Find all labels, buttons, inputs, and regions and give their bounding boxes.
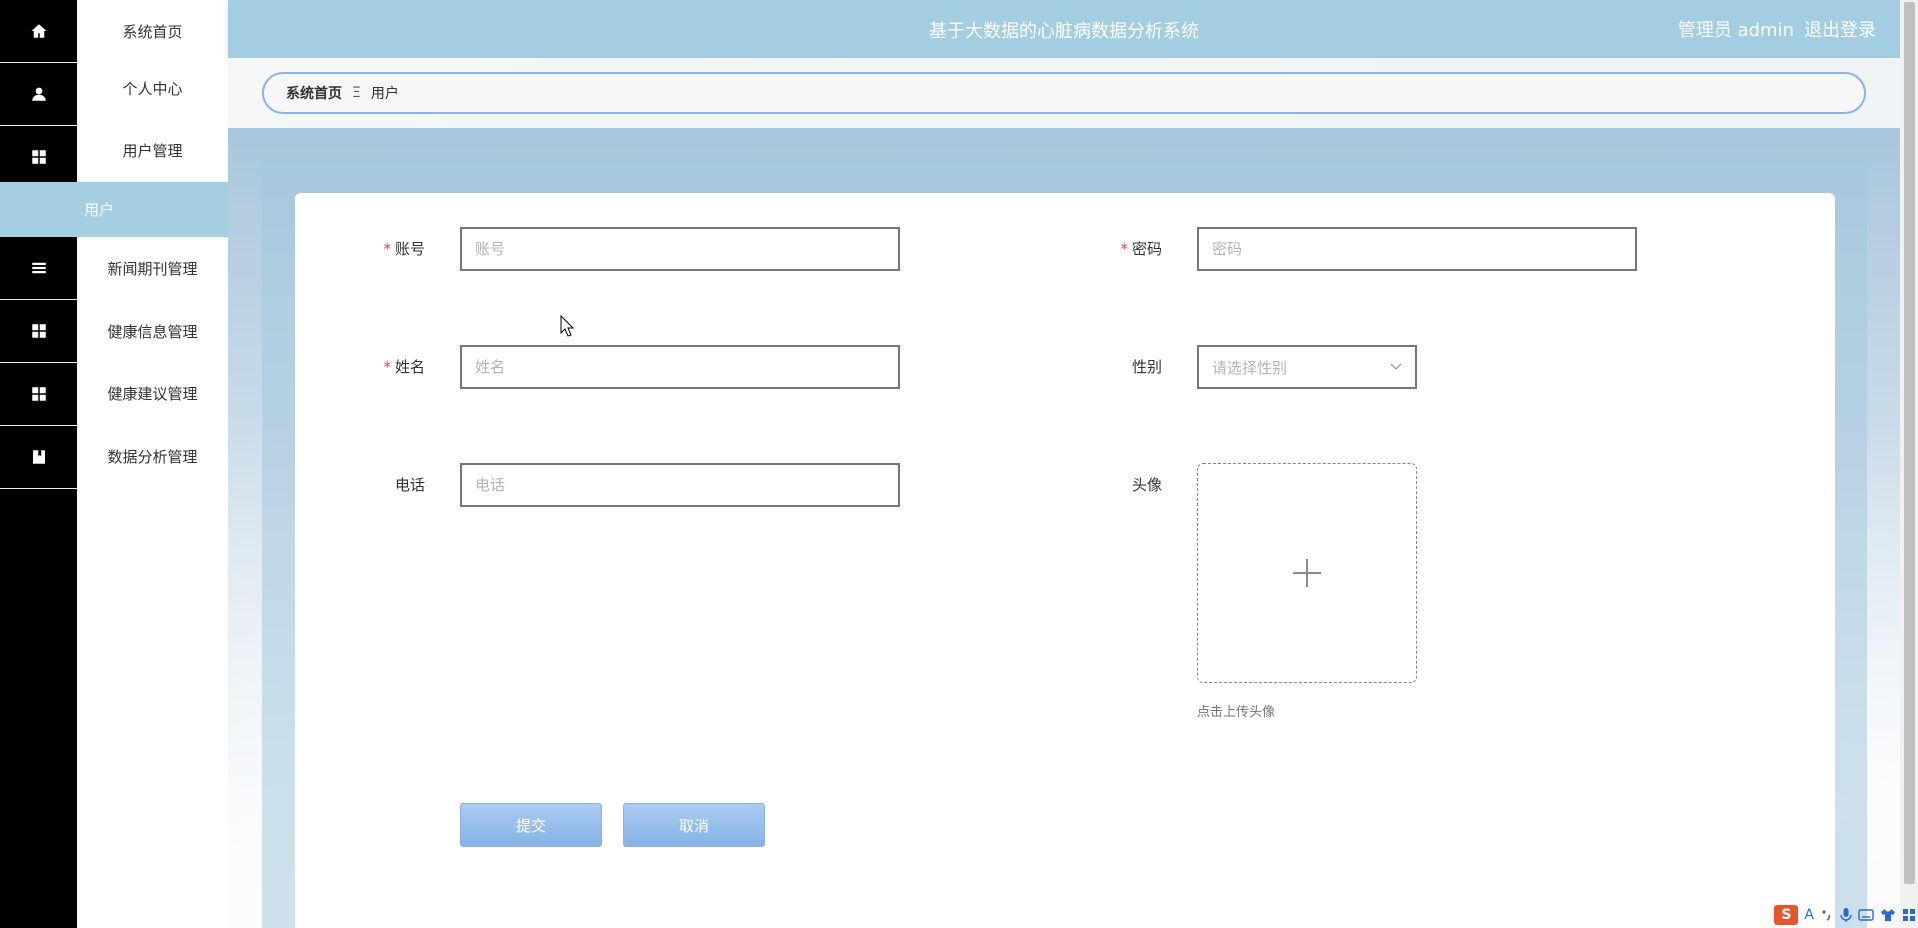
sidebar-icon-profile[interactable] bbox=[0, 63, 77, 126]
sidebar-item-news[interactable]: 新闻期刊管理 bbox=[77, 237, 228, 299]
plus-icon bbox=[1293, 559, 1321, 587]
avatar-label: 头像 bbox=[1131, 476, 1162, 494]
phone-field[interactable] bbox=[460, 463, 900, 507]
scrollbar-thumb[interactable] bbox=[1904, 2, 1915, 884]
ime-logo-icon[interactable]: S bbox=[1774, 905, 1799, 925]
sidebar-item-home[interactable]: 系统首页 bbox=[77, 0, 228, 62]
home-icon bbox=[31, 24, 46, 38]
submit-button[interactable]: 提交 bbox=[460, 803, 602, 847]
punctuation-icon[interactable] bbox=[1820, 908, 1834, 922]
sidebar-icon-health-advice[interactable] bbox=[0, 363, 77, 426]
sidebar-menu: 系统首页 个人中心 用户管理 新闻期刊管理 健康信息管理 健康建议管理 数据分析… bbox=[77, 0, 228, 928]
name-input[interactable] bbox=[475, 347, 898, 387]
password-label: * 密码 bbox=[1120, 240, 1162, 258]
phone-label: 电话 bbox=[394, 476, 425, 494]
sidebar-subitem-label: 用户 bbox=[83, 201, 114, 219]
account-field[interactable] bbox=[460, 227, 900, 271]
grid-icon bbox=[31, 387, 46, 401]
breadcrumb-separator: Ξ bbox=[352, 85, 361, 101]
sidebar-icon-home[interactable] bbox=[0, 0, 77, 63]
header-user-area: 管理员 admin 退出登录 bbox=[1678, 16, 1876, 42]
gender-label: 性别 bbox=[1131, 358, 1162, 376]
breadcrumb-current: 用户 bbox=[370, 86, 399, 102]
main-area: 系统首页 Ξ 用户 *账号 *密码 *姓名 性别 请选择性别 bbox=[228, 58, 1900, 928]
grid-icon bbox=[31, 324, 46, 338]
password-field[interactable] bbox=[1197, 227, 1637, 271]
sidebar-item-health-advice[interactable]: 健康建议管理 bbox=[77, 362, 228, 424]
avatar-uploader[interactable] bbox=[1197, 463, 1417, 683]
mouse-cursor-icon bbox=[560, 315, 574, 337]
grid-icon bbox=[31, 150, 46, 164]
gender-select[interactable]: 请选择性别 bbox=[1197, 345, 1417, 389]
ime-toolbar: S A bbox=[1774, 904, 1916, 926]
sidebar-subitem-user[interactable]: 用户 bbox=[0, 182, 228, 237]
page-scrollbar[interactable] bbox=[1900, 0, 1918, 928]
top-header: 基于大数据的心脏病数据分析系统 管理员 admin 退出登录 bbox=[228, 0, 1900, 58]
list-icon bbox=[31, 262, 46, 274]
name-field[interactable] bbox=[460, 345, 900, 389]
app-title: 基于大数据的心脏病数据分析系统 bbox=[929, 21, 1199, 42]
logout-link[interactable]: 退出登录 bbox=[1804, 16, 1876, 42]
account-label: * 账号 bbox=[383, 240, 425, 258]
sidebar-icon-health-info[interactable] bbox=[0, 300, 77, 363]
breadcrumb-home[interactable]: 系统首页 bbox=[286, 83, 342, 103]
toolbox-icon[interactable] bbox=[1902, 908, 1916, 922]
book-icon bbox=[32, 450, 45, 464]
keyboard-icon[interactable] bbox=[1858, 908, 1874, 922]
phone-input[interactable] bbox=[475, 465, 898, 505]
person-icon bbox=[31, 87, 46, 101]
sidebar-icon-rail bbox=[0, 0, 77, 928]
sidebar-item-user-mgmt[interactable]: 用户管理 bbox=[77, 119, 228, 181]
cancel-button[interactable]: 取消 bbox=[623, 803, 765, 847]
chevron-down-icon bbox=[1390, 363, 1402, 370]
sidebar-icon-user-mgmt[interactable] bbox=[0, 126, 77, 189]
skin-icon[interactable] bbox=[1880, 908, 1896, 922]
sidebar-icon-data-analysis[interactable] bbox=[0, 426, 77, 489]
name-label: * 姓名 bbox=[383, 358, 425, 376]
avatar-hint: 点击上传头像 bbox=[1197, 705, 1276, 720]
microphone-icon[interactable] bbox=[1840, 907, 1852, 923]
account-input[interactable] bbox=[475, 229, 898, 269]
password-input[interactable] bbox=[1212, 229, 1635, 269]
sidebar-item-health-info[interactable]: 健康信息管理 bbox=[77, 300, 228, 362]
sidebar-item-profile[interactable]: 个人中心 bbox=[77, 57, 228, 119]
current-user-label: 管理员 admin bbox=[1677, 20, 1794, 41]
sidebar-icon-news[interactable] bbox=[0, 237, 77, 300]
gender-select-placeholder: 请选择性别 bbox=[1212, 358, 1288, 377]
breadcrumb: 系统首页 Ξ 用户 bbox=[262, 72, 1866, 114]
form-card: *账号 *密码 *姓名 性别 请选择性别 电话 bbox=[295, 193, 1835, 928]
ime-mode-indicator[interactable]: A bbox=[1804, 907, 1814, 923]
sidebar-item-data-analysis[interactable]: 数据分析管理 bbox=[77, 425, 228, 487]
